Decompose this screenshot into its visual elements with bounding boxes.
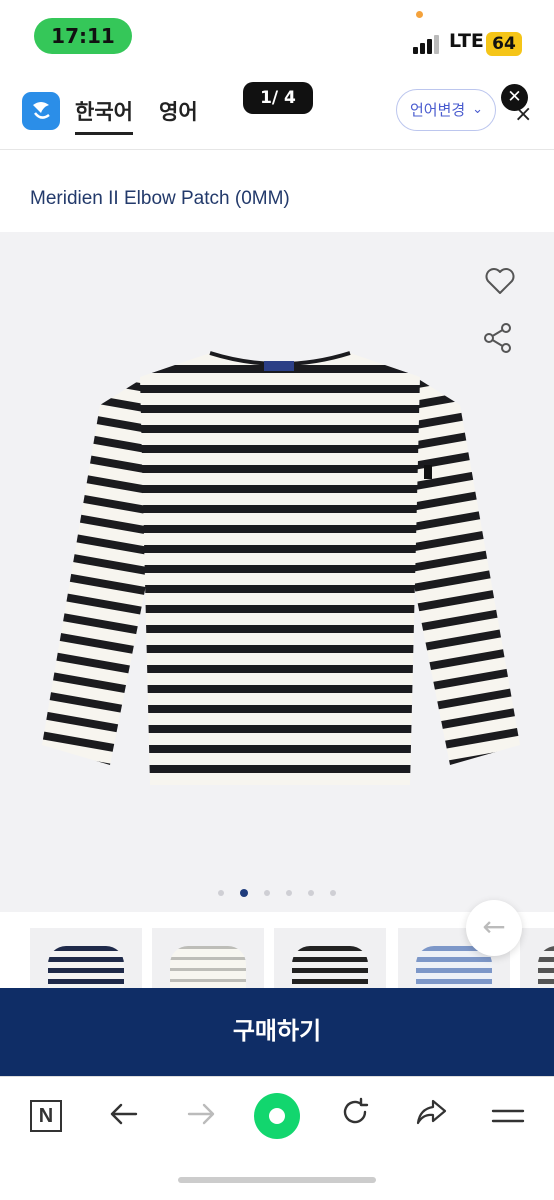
network-label: LTE: [449, 30, 484, 52]
language-change-label: 언어변경: [410, 101, 466, 119]
product-title: Meridien II Elbow Patch (0MM): [30, 188, 290, 209]
heart-icon[interactable]: [484, 266, 516, 296]
buy-button[interactable]: 구매하기: [0, 988, 554, 1076]
arrow-left-icon: ←: [482, 910, 506, 943]
page-indicator: 1/ 4: [243, 82, 313, 114]
pager-dot[interactable]: [330, 889, 336, 896]
pager-dot[interactable]: [308, 889, 314, 896]
tab-korean[interactable]: 한국어: [75, 96, 133, 135]
pager-dot[interactable]: [264, 889, 270, 896]
back-icon[interactable]: [103, 1097, 143, 1137]
thumbnail-navy[interactable]: [30, 928, 142, 992]
browser-bottom-bar: N: [0, 1076, 554, 1200]
language-change-button[interactable]: 언어변경 ⌄: [396, 89, 496, 131]
image-pager-dots: [218, 882, 352, 897]
close-overlay-button[interactable]: ✕: [501, 84, 528, 111]
thumbnail-black[interactable]: [274, 928, 386, 992]
scroll-back-button[interactable]: ←: [466, 900, 522, 956]
thumbnail-grey[interactable]: [520, 928, 554, 992]
pager-dot[interactable]: [286, 889, 292, 896]
menu-icon[interactable]: [488, 1097, 528, 1137]
refresh-icon[interactable]: [335, 1097, 375, 1137]
battery-icon: 64: [486, 32, 522, 56]
home-icon[interactable]: [254, 1093, 300, 1139]
thumbnail-cream[interactable]: [152, 928, 264, 992]
pager-dot[interactable]: [218, 889, 224, 896]
privacy-indicator-dot: [416, 11, 423, 18]
product-shirt-image: [42, 351, 520, 785]
status-bar: 17:11 LTE 64: [0, 0, 554, 70]
status-time: 17:11: [34, 18, 132, 54]
home-indicator: [178, 1177, 376, 1183]
forward-icon[interactable]: [182, 1097, 222, 1137]
pager-dot-active[interactable]: [240, 888, 248, 897]
tab-english[interactable]: 영어: [159, 96, 198, 126]
translation-header: 한국어 영어 1/ 4 언어변경 ⌄ × ✕: [0, 70, 554, 150]
naver-n-icon[interactable]: N: [30, 1100, 62, 1132]
chevron-down-icon: ⌄: [472, 102, 483, 117]
signal-icon: [413, 34, 443, 54]
app-logo-icon: [22, 92, 60, 130]
share-arrow-icon[interactable]: [411, 1097, 451, 1137]
